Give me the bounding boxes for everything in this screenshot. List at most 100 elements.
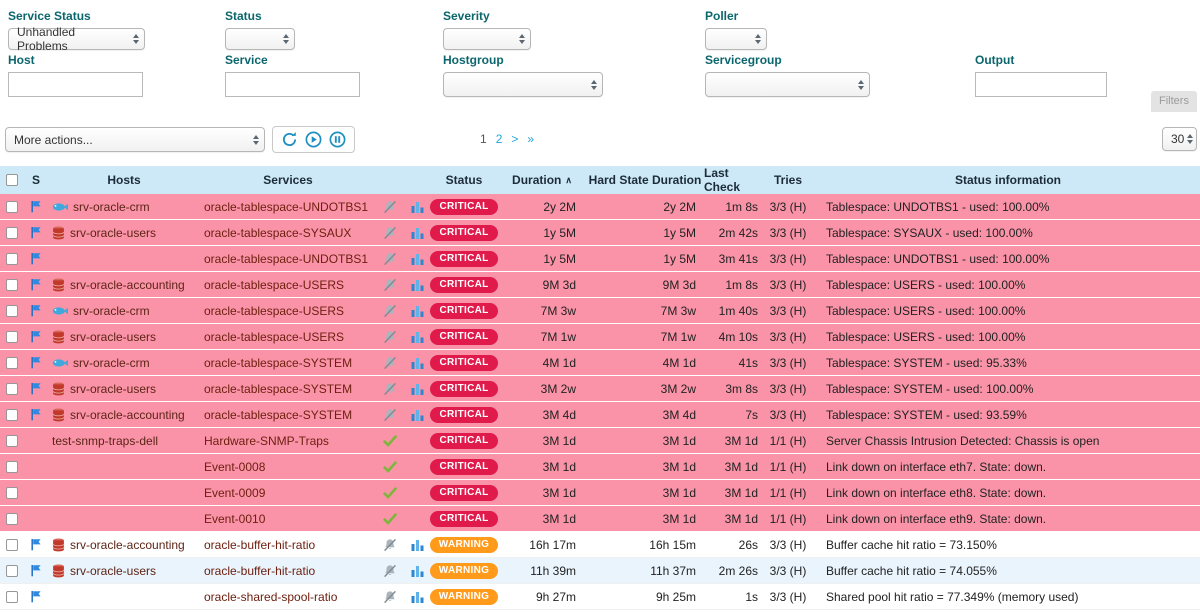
notifications-muted-icon bbox=[383, 304, 397, 318]
table-row: Event-0009 CRITICAL 3M 1d 3M 1d 3M 1d 1/… bbox=[0, 480, 1200, 506]
status-select[interactable] bbox=[225, 28, 295, 50]
service-status-select[interactable]: Unhandled Problems bbox=[8, 28, 145, 50]
poller-select[interactable] bbox=[705, 28, 767, 50]
hard-state-duration-cell: 3M 1d bbox=[586, 428, 704, 453]
graph-icon[interactable] bbox=[411, 331, 424, 343]
service-link[interactable]: oracle-tablespace-UNDOTBS1 bbox=[204, 252, 368, 266]
graph-icon[interactable] bbox=[411, 305, 424, 317]
header-hard-state-duration[interactable]: Hard State Duration bbox=[586, 166, 704, 194]
header-duration[interactable]: Duration ∧ bbox=[498, 166, 586, 194]
row-checkbox[interactable] bbox=[6, 227, 18, 239]
row-checkbox[interactable] bbox=[6, 487, 18, 499]
row-checkbox[interactable] bbox=[6, 409, 18, 421]
last-check-cell: 1s bbox=[704, 584, 760, 609]
graph-icon[interactable] bbox=[411, 409, 424, 421]
flag-icon bbox=[30, 590, 42, 603]
refresh-button[interactable] bbox=[281, 131, 298, 148]
page-2[interactable]: 2 bbox=[496, 132, 503, 146]
refresh-icon bbox=[281, 131, 298, 148]
service-link[interactable]: oracle-tablespace-SYSTEM bbox=[204, 408, 352, 422]
graph-icon[interactable] bbox=[411, 565, 424, 577]
row-checkbox[interactable] bbox=[6, 383, 18, 395]
service-link[interactable]: Event-0008 bbox=[204, 460, 265, 474]
table-row: oracle-tablespace-UNDOTBS1 CRITICAL 1y 5… bbox=[0, 246, 1200, 272]
host-link[interactable]: srv-oracle-users bbox=[70, 330, 156, 344]
page-size-select[interactable]: 30 bbox=[1162, 127, 1197, 151]
last-page-link[interactable]: » bbox=[527, 132, 534, 146]
host-link[interactable]: test-snmp-traps-dell bbox=[52, 434, 158, 448]
host-link[interactable]: srv-oracle-crm bbox=[73, 304, 150, 318]
next-page-link[interactable]: > bbox=[511, 132, 518, 146]
graph-icon[interactable] bbox=[411, 357, 424, 369]
page-1[interactable]: 1 bbox=[480, 132, 487, 146]
row-checkbox[interactable] bbox=[6, 591, 18, 603]
row-checkbox[interactable] bbox=[6, 513, 18, 525]
table-row: srv-oracle-users oracle-tablespace-SYSTE… bbox=[0, 376, 1200, 402]
tries-cell: 3/3 (H) bbox=[760, 272, 816, 297]
graph-icon[interactable] bbox=[411, 201, 424, 213]
row-checkbox[interactable] bbox=[6, 357, 18, 369]
service-link[interactable]: oracle-tablespace-SYSAUX bbox=[204, 226, 351, 240]
graph-icon[interactable] bbox=[411, 227, 424, 239]
host-link[interactable]: srv-oracle-accounting bbox=[70, 278, 185, 292]
row-checkbox[interactable] bbox=[6, 201, 18, 213]
service-link[interactable]: oracle-buffer-hit-ratio bbox=[204, 564, 315, 578]
service-link[interactable]: oracle-buffer-hit-ratio bbox=[204, 538, 315, 552]
row-checkbox[interactable] bbox=[6, 435, 18, 447]
row-checkbox[interactable] bbox=[6, 253, 18, 265]
row-checkbox[interactable] bbox=[6, 461, 18, 473]
servicegroup-select[interactable] bbox=[705, 72, 870, 97]
host-link[interactable]: srv-oracle-users bbox=[70, 226, 156, 240]
status-badge: WARNING bbox=[430, 563, 498, 579]
play-button[interactable] bbox=[305, 131, 322, 148]
duration-cell: 1y 5M bbox=[498, 246, 586, 271]
header-status-information[interactable]: Status information bbox=[816, 166, 1200, 194]
flag-icon bbox=[30, 356, 42, 369]
duration-cell: 4M 1d bbox=[498, 350, 586, 375]
header-hosts[interactable]: Hosts bbox=[48, 166, 200, 194]
service-link[interactable]: Event-0009 bbox=[204, 486, 265, 500]
host-link[interactable]: srv-oracle-users bbox=[70, 382, 156, 396]
header-last-check[interactable]: Last Check bbox=[704, 166, 760, 194]
passive-check-icon bbox=[383, 487, 397, 499]
row-checkbox[interactable] bbox=[6, 305, 18, 317]
service-link[interactable]: oracle-tablespace-USERS bbox=[204, 330, 344, 344]
service-link[interactable]: Hardware-SNMP-Traps bbox=[204, 434, 329, 448]
host-input[interactable] bbox=[8, 72, 143, 97]
service-link[interactable]: oracle-tablespace-SYSTEM bbox=[204, 356, 352, 370]
graph-icon[interactable] bbox=[411, 383, 424, 395]
service-input[interactable] bbox=[225, 72, 360, 97]
row-checkbox[interactable] bbox=[6, 539, 18, 551]
service-link[interactable]: oracle-tablespace-SYSTEM bbox=[204, 382, 352, 396]
graph-icon[interactable] bbox=[411, 539, 424, 551]
pause-button[interactable] bbox=[329, 131, 346, 148]
host-link[interactable]: srv-oracle-users bbox=[70, 564, 156, 578]
hostgroup-select[interactable] bbox=[443, 72, 603, 97]
select-all-checkbox[interactable] bbox=[6, 174, 18, 186]
header-services[interactable]: Services bbox=[200, 166, 376, 194]
service-link[interactable]: Event-0010 bbox=[204, 512, 265, 526]
severity-select[interactable] bbox=[443, 28, 531, 50]
host-link[interactable]: srv-oracle-crm bbox=[73, 200, 150, 214]
service-link[interactable]: oracle-shared-spool-ratio bbox=[204, 590, 337, 604]
service-link[interactable]: oracle-tablespace-USERS bbox=[204, 278, 344, 292]
graph-icon[interactable] bbox=[411, 279, 424, 291]
graph-icon[interactable] bbox=[411, 591, 424, 603]
header-tries[interactable]: Tries bbox=[760, 166, 816, 194]
row-checkbox[interactable] bbox=[6, 279, 18, 291]
service-link[interactable]: oracle-tablespace-UNDOTBS1 bbox=[204, 200, 368, 214]
service-link[interactable]: oracle-tablespace-USERS bbox=[204, 304, 344, 318]
output-input[interactable] bbox=[975, 72, 1107, 97]
table-row: srv-oracle-crm oracle-tablespace-SYSTEM … bbox=[0, 350, 1200, 376]
more-actions-select[interactable]: More actions... bbox=[5, 127, 265, 152]
host-link[interactable]: srv-oracle-crm bbox=[73, 356, 150, 370]
status-badge: CRITICAL bbox=[430, 381, 497, 397]
row-checkbox[interactable] bbox=[6, 331, 18, 343]
header-status[interactable]: Status bbox=[430, 166, 498, 194]
filters-button[interactable]: Filters bbox=[1151, 91, 1197, 112]
row-checkbox[interactable] bbox=[6, 565, 18, 577]
host-link[interactable]: srv-oracle-accounting bbox=[70, 408, 185, 422]
graph-icon[interactable] bbox=[411, 253, 424, 265]
host-link[interactable]: srv-oracle-accounting bbox=[70, 538, 185, 552]
status-badge: CRITICAL bbox=[430, 433, 497, 449]
